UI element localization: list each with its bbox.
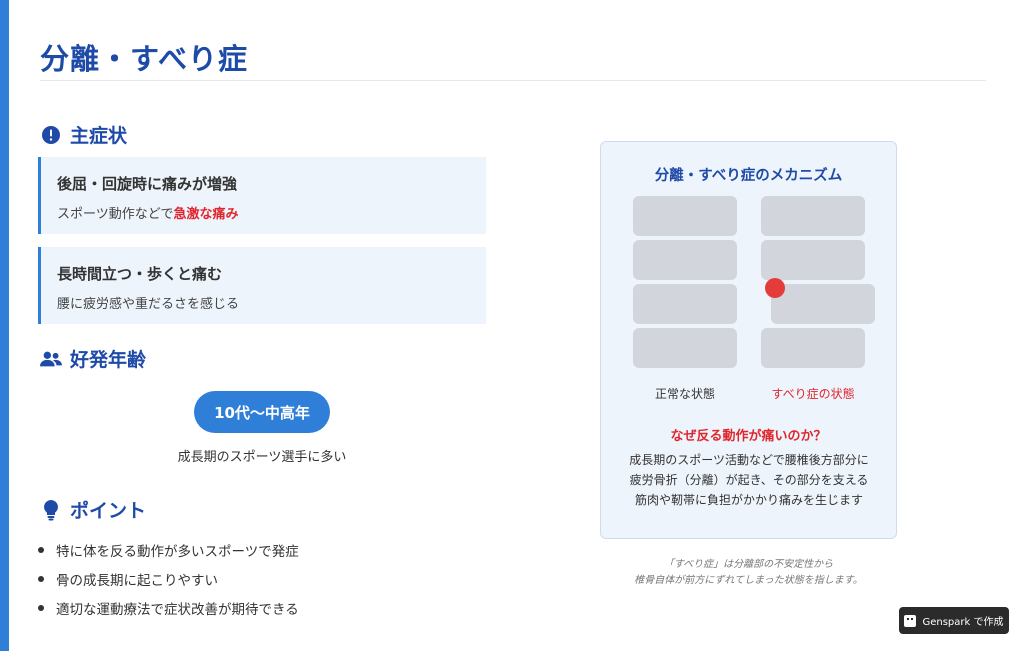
points-list: 特に体を反る動作が多いスポーツで発症 骨の成長期に起こりやすい 適切な運動療法で… [38, 535, 299, 622]
users-icon [40, 348, 62, 370]
title-divider [40, 80, 986, 81]
symptom-card-desc: スポーツ動作などで急激な痛み [57, 203, 239, 222]
description-line: 成長期のスポーツ活動などで腰椎後方部分に [629, 453, 869, 467]
footnote-line: 「すべり症」は分離部の不安定性から [663, 559, 834, 570]
age-note: 成長期のスポーツ選手に多い [177, 450, 347, 465]
normal-vertebra [633, 328, 737, 368]
mechanism-title: 分離・すべり症のメカニズム [654, 168, 843, 184]
mechanism-description: 成長期のスポーツ活動などで腰椎後方部分に 疲労骨折（分離）が起き、その部分を支え… [611, 450, 887, 510]
why-question: なぜ反る動作が痛いのか？ [670, 429, 827, 444]
list-item-text: 特に体を反る動作が多いスポーツで発症 [56, 543, 299, 560]
badge-label: Genspark で作成 [922, 617, 1004, 628]
normal-vertebra [633, 284, 737, 324]
symptom-card-title: 後屈・回旋時に痛みが増強 [57, 175, 238, 193]
points-heading-label: ポイント [70, 500, 147, 522]
normal-state-label: 正常な状態 [654, 387, 715, 401]
mechanism-panel: 分離・すべり症のメカニズム 正常な状態 すべり症の状態 なぜ反る動作が痛いのか？… [600, 141, 897, 539]
normal-vertebra [633, 196, 737, 236]
accent-bar [0, 0, 9, 651]
robot-icon [904, 614, 917, 627]
slip-state-label: すべり症の状態 [771, 387, 855, 401]
pain-point-marker [765, 278, 785, 298]
description-line: 筋肉や靭帯に負担がかかり痛みを生じます [634, 493, 863, 507]
age-heading: 好発年齢 [40, 345, 146, 372]
footnote: 「すべり症」は分離部の不安定性から 椎骨自体が前方にずれてしまった状態を指します… [600, 557, 897, 589]
list-item: 適切な運動療法で症状改善が期待できる [38, 593, 299, 622]
slipped-vertebra [761, 196, 865, 236]
slipped-vertebra [761, 240, 865, 280]
symptoms-heading-label: 主症状 [70, 125, 128, 147]
bullet-icon [38, 604, 44, 611]
bullet-icon [38, 546, 44, 553]
points-heading: ポイント [40, 496, 146, 523]
symptom-card: 長時間立つ・歩くと痛む 腰に疲労感や重だるさを感じる [38, 247, 486, 324]
symptom-card: 後屈・回旋時に痛みが増強 スポーツ動作などで急激な痛み [38, 157, 486, 234]
genspark-badge[interactable]: Genspark で作成 [899, 607, 1009, 634]
description-line: 疲労骨折（分離）が起き、その部分を支える [629, 473, 869, 487]
list-item-text: 適切な運動療法で症状改善が期待できる [56, 601, 299, 618]
lightbulb-icon [40, 499, 62, 521]
slipped-vertebra [761, 328, 865, 368]
list-item: 骨の成長期に起こりやすい [38, 564, 299, 593]
symptom-card-desc-text: スポーツ動作などで [57, 207, 174, 222]
symptom-card-highlight: 急激な痛み [173, 207, 239, 222]
exclamation-circle-icon [40, 124, 62, 146]
list-item-text: 骨の成長期に起こりやすい [56, 572, 218, 589]
page-title: 分離・すべり症 [40, 42, 248, 76]
normal-vertebra [633, 240, 737, 280]
symptoms-heading: 主症状 [40, 121, 127, 148]
bullet-icon [38, 575, 44, 582]
symptom-card-desc: 腰に疲労感や重だるさを感じる [57, 297, 240, 312]
slipped-vertebra [771, 284, 875, 324]
list-item: 特に体を反る動作が多いスポーツで発症 [38, 535, 299, 564]
footnote-line: 椎骨自体が前方にずれてしまった状態を指します。 [634, 575, 863, 586]
symptom-card-title: 長時間立つ・歩くと痛む [57, 265, 223, 283]
age-heading-label: 好発年齢 [70, 349, 147, 371]
age-range-pill: 10代〜中高年 [194, 391, 330, 433]
